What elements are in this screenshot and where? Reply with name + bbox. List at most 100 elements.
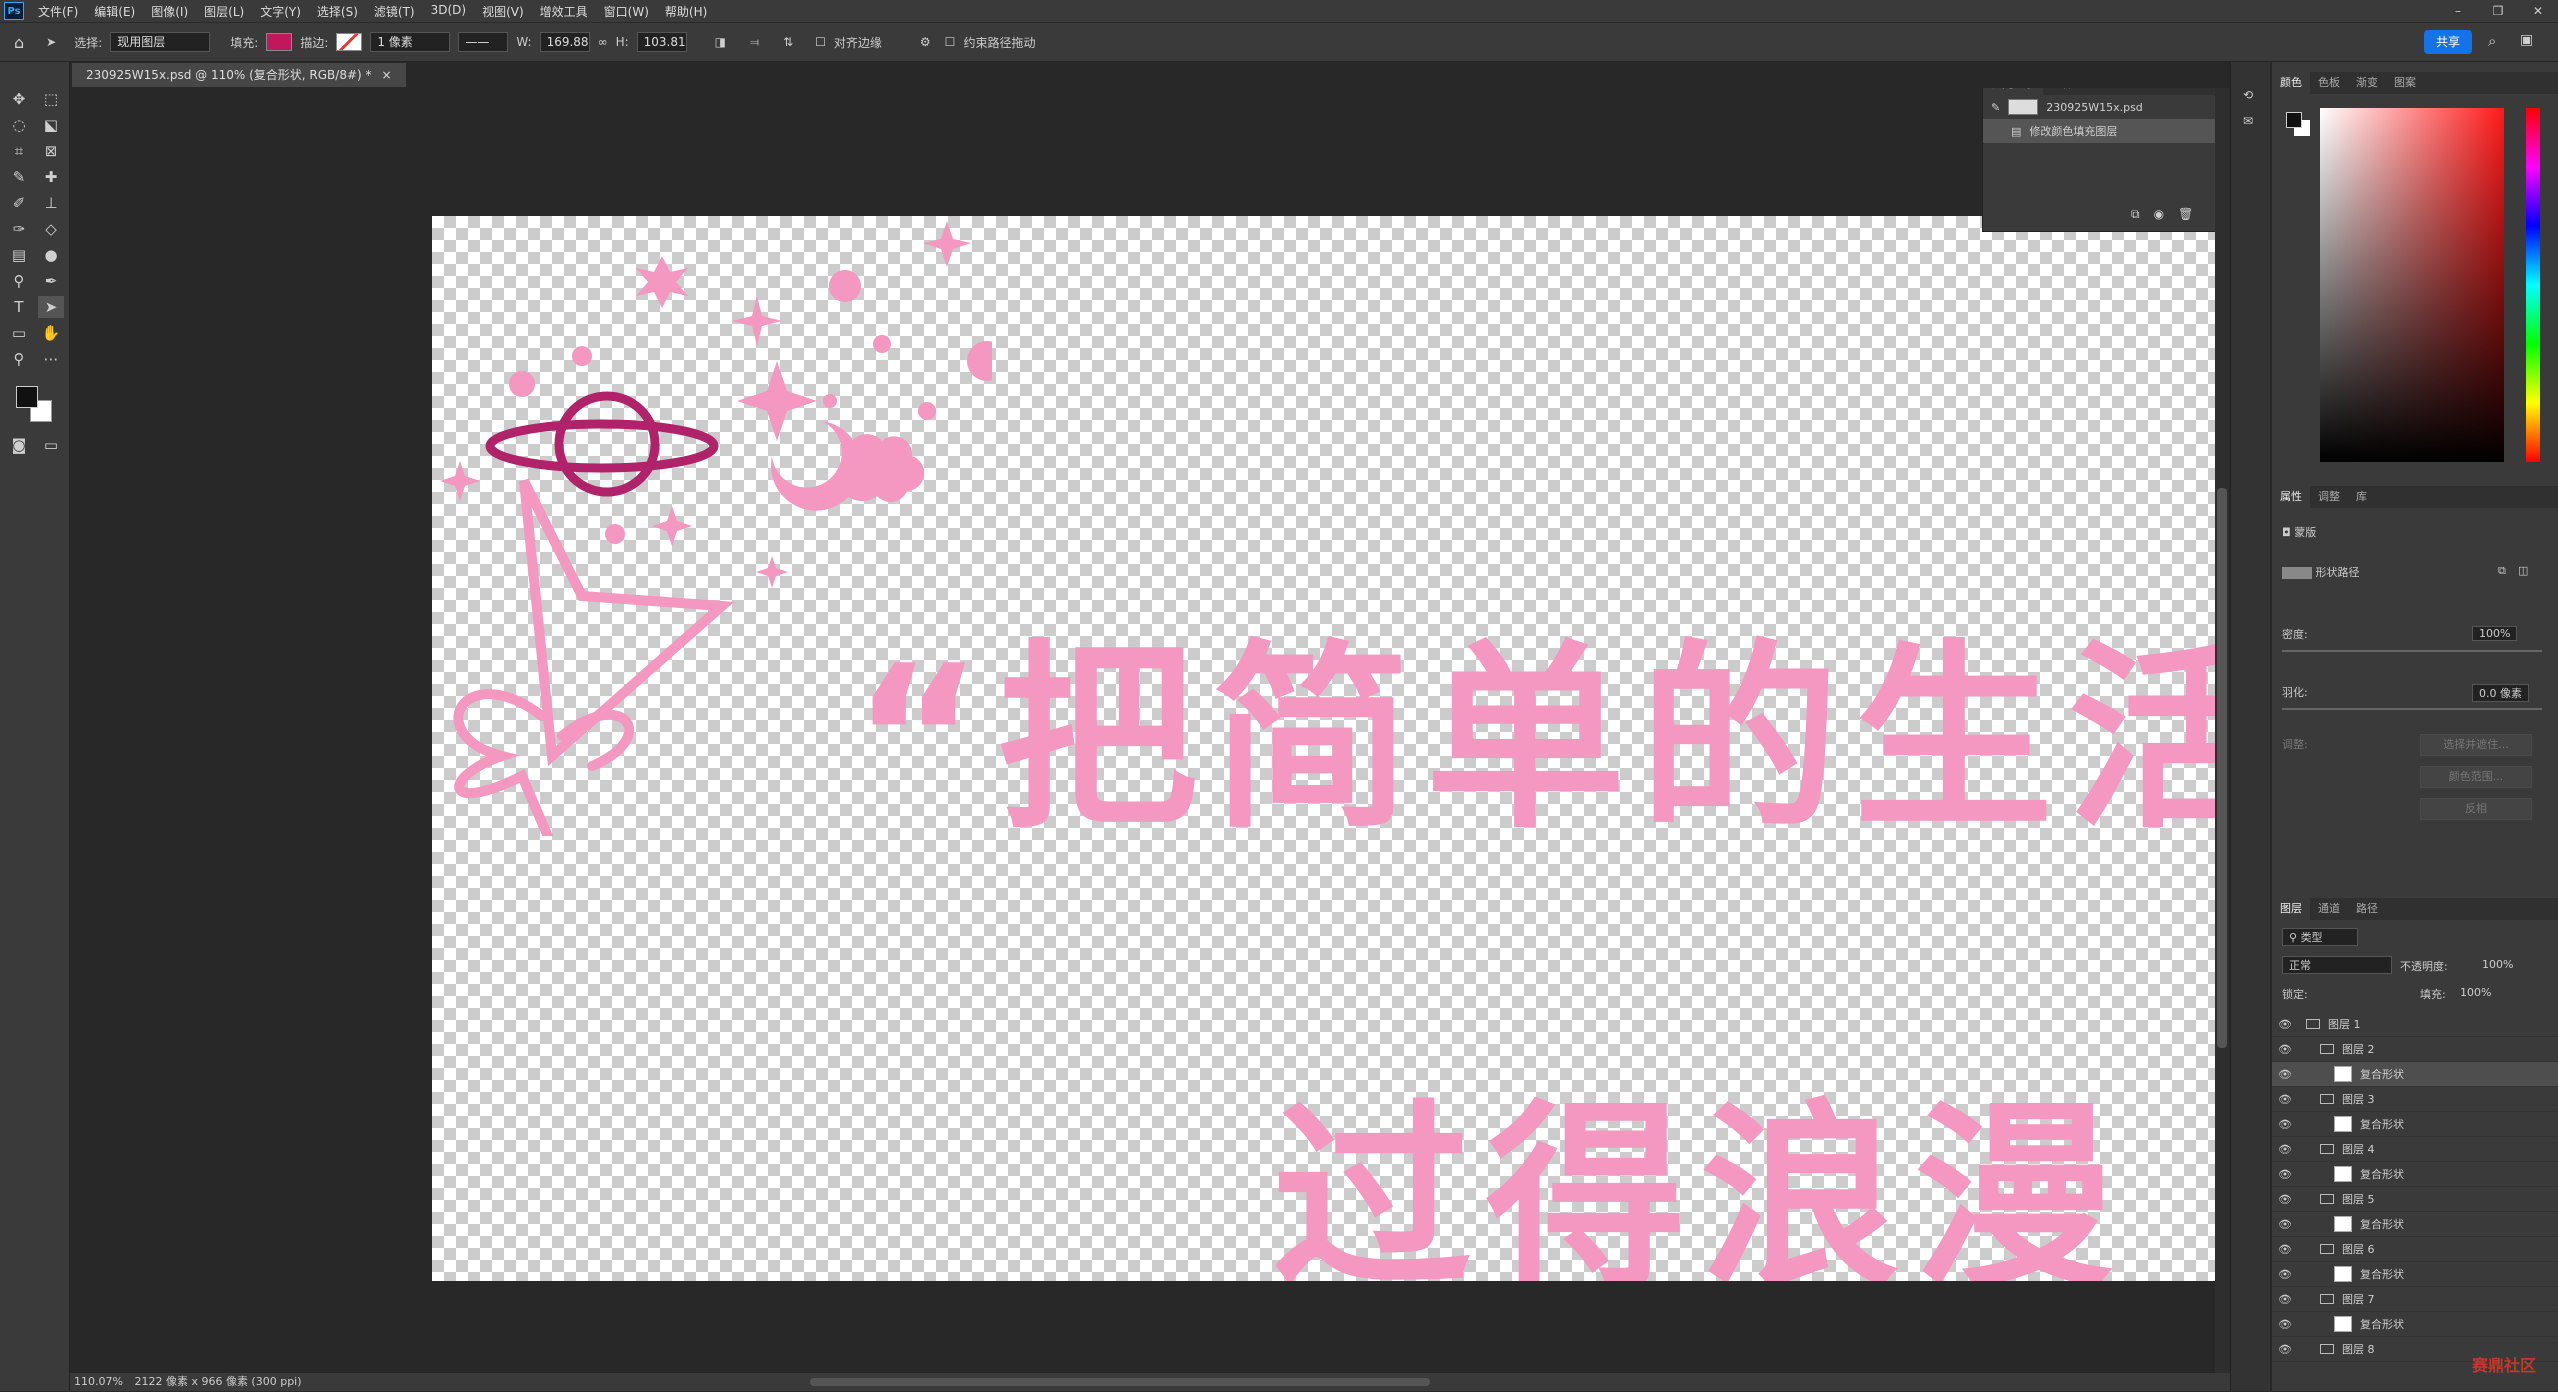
eye-icon[interactable]: 👁 <box>2272 1343 2298 1356</box>
eye-icon[interactable]: 👁 <box>2272 1243 2298 1256</box>
document-canvas[interactable]: “把简单的生活 过得浪漫 <box>432 216 2215 1281</box>
close-icon[interactable]: ✕ <box>2518 0 2558 22</box>
eye-icon[interactable]: 👁 <box>2272 1293 2298 1306</box>
eye-icon[interactable]: 👁 <box>2272 1318 2298 1331</box>
layer-row[interactable]: 👁 复合形状 <box>2272 1262 2558 1287</box>
comments-panel-icon[interactable]: ✉ <box>2243 114 2253 128</box>
select-dropdown[interactable]: 现用图层 <box>110 32 211 52</box>
select-and-mask-button[interactable]: 选择并遮住... <box>2420 734 2532 756</box>
zoom-tool-icon[interactable]: ⚲ <box>6 348 32 370</box>
history-brush-icon[interactable]: ✑ <box>6 218 32 240</box>
history-panel-icon[interactable]: ⟲ <box>2243 88 2253 102</box>
history-item[interactable]: ▤ 修改颜色填充图层 <box>1983 119 2215 143</box>
eye-icon[interactable]: 👁 <box>2272 1093 2298 1106</box>
path-operations-icon[interactable]: ◨ <box>715 35 726 49</box>
gear-icon[interactable]: ⚙ <box>920 35 931 49</box>
minimize-icon[interactable]: – <box>2438 0 2478 22</box>
width-input[interactable]: 169.88 <box>539 32 590 52</box>
layer-row[interactable]: 👁 复合形状 <box>2272 1112 2558 1137</box>
eye-icon[interactable]: 👁 <box>2272 1218 2298 1231</box>
menu-item[interactable]: 帮助(H) <box>657 3 715 20</box>
menu-item[interactable]: 图像(I) <box>143 3 196 20</box>
panel-tab[interactable]: 图层 <box>2272 898 2310 920</box>
hand-tool-icon[interactable]: ✋ <box>38 322 64 344</box>
feather-input[interactable]: 0.0 像素 <box>2472 684 2529 702</box>
menu-item[interactable]: 文字(Y) <box>252 3 309 20</box>
menu-item[interactable]: 视图(V) <box>474 3 532 20</box>
eye-icon[interactable]: 👁 <box>2272 1068 2298 1081</box>
hue-slider[interactable] <box>2526 108 2540 462</box>
zoom-level[interactable]: 110.07% <box>74 1375 123 1388</box>
dodge-tool-icon[interactable]: ⚲ <box>6 270 32 292</box>
align-edges-checkbox[interactable]: ☐ <box>815 35 826 49</box>
menu-item[interactable]: 窗口(W) <box>596 3 657 20</box>
more-tools-icon[interactable]: ⋯ <box>38 348 64 370</box>
panel-tab[interactable]: 库 <box>2348 486 2375 508</box>
new-document-icon[interactable]: ⧉ <box>2131 207 2140 222</box>
layer-row[interactable]: 👁 复合形状 <box>2272 1312 2558 1337</box>
path-alignment-icon[interactable]: ⫤ <box>750 35 759 50</box>
density-slider[interactable] <box>2282 650 2542 652</box>
vertical-scrollbar[interactable] <box>2215 88 2229 1373</box>
canvas-area[interactable]: “把简单的生活 过得浪漫 历史记录注释 ✎ 230925W15x.psd ▤ 修改颜… <box>72 88 2215 1373</box>
vector-mask-icon[interactable]: ◫ <box>2518 564 2528 577</box>
layer-row[interactable]: 👁 图层 5 <box>2272 1187 2558 1212</box>
eye-icon[interactable]: 👁 <box>2272 1143 2298 1156</box>
trash-icon[interactable]: 🗑 <box>2178 207 2193 222</box>
close-tab-icon[interactable]: × <box>382 68 392 82</box>
horizontal-scroll-thumb[interactable] <box>810 1378 1430 1386</box>
gradient-tool-icon[interactable]: ▤ <box>6 244 32 266</box>
eye-icon[interactable]: 👁 <box>2272 1118 2298 1131</box>
camera-icon[interactable]: ◉ <box>2154 207 2164 222</box>
workspace-icon[interactable]: ▣ <box>2520 32 2533 48</box>
add-mask-icon[interactable]: ⧉ <box>2498 564 2506 578</box>
panel-tab[interactable]: 属性 <box>2272 486 2310 508</box>
path-arrangement-icon[interactable]: ⇅ <box>783 35 793 49</box>
panel-tab[interactable]: 图案 <box>2386 72 2424 94</box>
layer-row[interactable]: 👁 复合形状 <box>2272 1212 2558 1237</box>
opacity-input[interactable]: 100% <box>2482 958 2513 971</box>
screen-mode-icon[interactable]: ▭ <box>38 434 64 456</box>
marquee-tool-icon[interactable]: ⬚ <box>38 88 64 110</box>
stroke-type-dropdown[interactable]: —— <box>458 32 509 52</box>
move-tool-icon[interactable]: ✥ <box>6 88 32 110</box>
layer-row[interactable]: 👁 图层 4 <box>2272 1137 2558 1162</box>
constrain-checkbox[interactable]: ☐ <box>945 35 956 49</box>
rectangle-tool-icon[interactable]: ▭ <box>6 322 32 344</box>
blur-tool-icon[interactable]: ● <box>38 244 64 266</box>
menu-item[interactable]: 文件(F) <box>30 3 86 20</box>
feather-slider[interactable] <box>2282 708 2542 710</box>
search-icon[interactable]: ⌕ <box>2488 32 2496 50</box>
path-select-icon[interactable]: ➤ <box>38 296 64 318</box>
quick-mask-icon[interactable]: ◙ <box>6 434 32 456</box>
color-fg-swatch[interactable] <box>2286 112 2302 128</box>
layer-row[interactable]: 👁 复合形状 <box>2272 1162 2558 1187</box>
restore-icon[interactable]: ❐ <box>2478 0 2518 22</box>
stroke-swatch[interactable] <box>336 33 363 51</box>
fill-swatch[interactable] <box>266 33 293 51</box>
fill-opacity-input[interactable]: 100% <box>2460 986 2491 999</box>
stroke-width-input[interactable]: 1 像素 <box>370 32 451 52</box>
panel-tab[interactable]: 颜色 <box>2272 72 2310 94</box>
eye-icon[interactable]: 👁 <box>2272 1193 2298 1206</box>
density-input[interactable]: 100% <box>2472 626 2518 641</box>
healing-tool-icon[interactable]: ✚ <box>38 166 64 188</box>
stamp-tool-icon[interactable]: ⊥ <box>38 192 64 214</box>
object-select-tool-icon[interactable]: ⬕ <box>38 114 64 136</box>
eye-icon[interactable]: 👁 <box>2272 1043 2298 1056</box>
document-tab[interactable]: 230925W15x.psd @ 110% (复合形状, RGB/8#) * × <box>72 63 406 87</box>
menu-item[interactable]: 图层(L) <box>196 3 252 20</box>
panel-tab[interactable]: 调整 <box>2310 486 2348 508</box>
eye-icon[interactable]: 👁 <box>2272 1268 2298 1281</box>
vertical-scroll-thumb[interactable] <box>2217 488 2227 1048</box>
color-picker-field[interactable] <box>2320 108 2504 462</box>
panel-tab[interactable]: 历史记录 <box>1983 88 2043 95</box>
panel-tab[interactable]: 路径 <box>2348 898 2386 920</box>
panel-tab[interactable]: 通道 <box>2310 898 2348 920</box>
pen-tool-icon[interactable]: ✒ <box>38 270 64 292</box>
eraser-tool-icon[interactable]: ◇ <box>38 218 64 240</box>
path-select-tool-icon[interactable]: ➤ <box>46 35 56 49</box>
layer-row[interactable]: 👁 图层 7 <box>2272 1287 2558 1312</box>
link-icon[interactable]: ∞ <box>598 35 608 49</box>
share-button[interactable]: 共享 <box>2424 30 2472 54</box>
